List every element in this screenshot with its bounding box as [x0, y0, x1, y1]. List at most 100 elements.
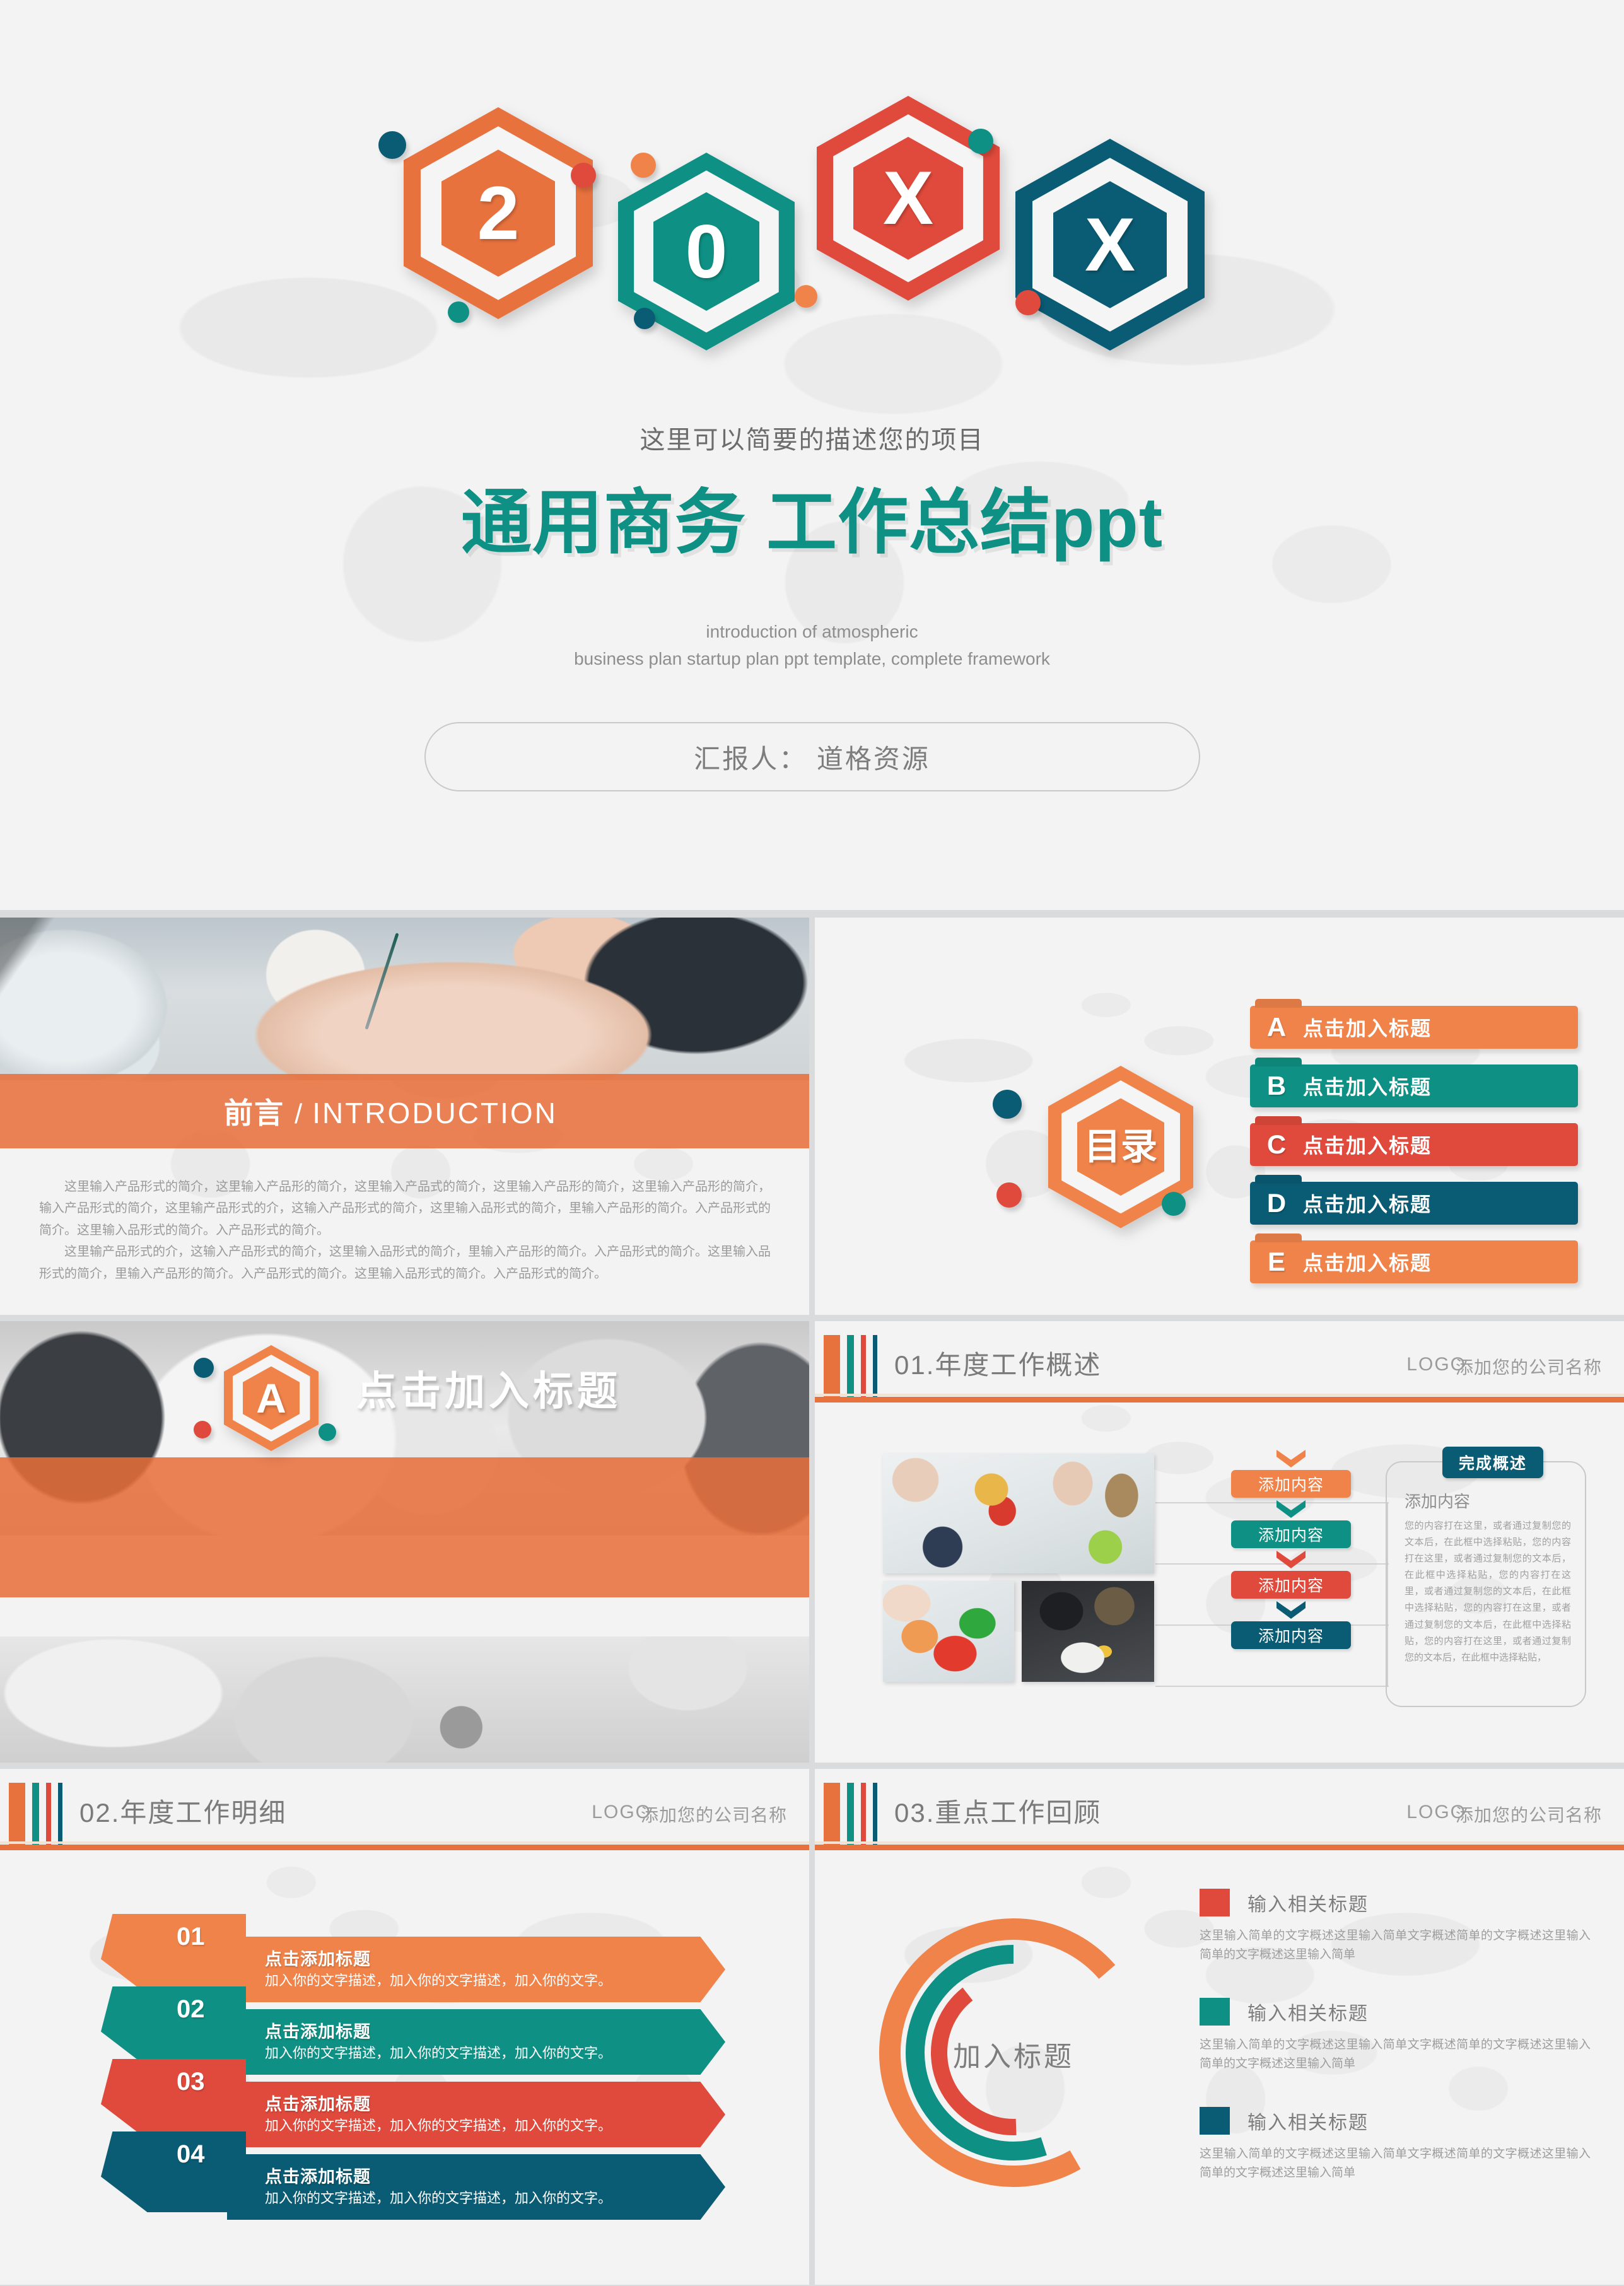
header-rule [0, 1841, 809, 1850]
review-legend-description: 这里输入简单的文字概述这里输入简单文字概述简单的文字概述这里输入简单的文字概述这… [1200, 2038, 1591, 2071]
slide-table-of-contents: 目录 A 点击加入标题 B 点击加入标题 C 点击加入标题 D 点击加入标题 E 点击加入标题 [815, 918, 1624, 1315]
detail-arrow-tail [101, 2059, 246, 2140]
review-legend-item[interactable]: 输入相关标题这里输入简单的文字概述这里输入简单文字概述简单的文字概述这里输入简单… [1200, 1997, 1591, 2074]
detail-arrow-row[interactable]: 03 点击添加标题 加入你的文字描述，加入你的文字描述，加入你的文字。 [101, 2059, 744, 2147]
overview-card-body: 您的内容打在这里，或者通过复制您的文本后，在此框中选择粘贴，您的内容打在这里，或… [1405, 1520, 1571, 1663]
legend-swatch [1200, 2106, 1230, 2135]
intro-title-cn: 前言 [224, 1097, 284, 1129]
header-rule [815, 1841, 1624, 1850]
overview-photo-3 [1022, 1581, 1154, 1682]
slide-section-divider: A 点击加入标题 [0, 1321, 809, 1763]
presenter-pill[interactable]: 汇报人： 道格资源 [424, 722, 1200, 791]
slide-introduction: 前言 / INTRODUCTION 这里输入产品形式的简介，这里输入产品形的简介… [0, 918, 809, 1315]
toc-item-label: 点击加入标题 [1303, 1134, 1432, 1157]
detail-arrow-number: 01 [177, 1923, 205, 1951]
detail-arrow-description: 加入你的文字描述，加入你的文字描述，加入你的文字。 [265, 2190, 612, 2206]
toc-item-d[interactable]: D 点击加入标题 [1250, 1182, 1578, 1225]
cover-accent-dot-8 [634, 308, 655, 329]
detail-arrow-row[interactable]: 04 点击添加标题 加入你的文字描述，加入你的文字描述，加入你的文字。 [101, 2131, 744, 2220]
slide-header: 02.年度工作明细 LOGO 添加您的公司名称 [0, 1783, 809, 1857]
intro-title-en: INTRODUCTION [312, 1097, 558, 1129]
review-legend-title: 输入相关标题 [1247, 2112, 1369, 2133]
intro-photo [0, 918, 809, 1080]
toc-item-letter: D [1266, 1188, 1287, 1218]
header-company-name: 添加您的公司名称 [1455, 1358, 1602, 1377]
detail-arrow-number: 02 [177, 1995, 205, 2023]
toc-item-letter: C [1266, 1129, 1287, 1159]
cover-hexagon-1: 2 [404, 107, 593, 319]
toc-item-e[interactable]: E 点击加入标题 [1250, 1240, 1578, 1283]
header-stripes [824, 1335, 884, 1397]
slide-annual-detail: 02.年度工作明细 LOGO 添加您的公司名称 01 点击添加标题 加入你的文字描述… [0, 1769, 809, 2285]
intro-title-band: 前言 / INTRODUCTION [0, 1074, 809, 1148]
toc-item-letter: B [1266, 1071, 1287, 1100]
review-legend-item[interactable]: 输入相关标题 这里输入简单的文字概述这里输入简单文字概述简单的文字概述这里输入简单… [1200, 1889, 1591, 1965]
detail-arrow-row[interactable]: 01 点击添加标题 加入你的文字描述，加入你的文字描述，加入你的文字。 [101, 1914, 744, 2002]
detail-arrow-title: 点击添加标题 [265, 2022, 371, 2041]
toc-item-c[interactable]: C 点击加入标题 [1250, 1123, 1578, 1166]
cover-english-line-2: business plan startup plan ppt template,… [574, 649, 1050, 669]
overview-flow-pill-2[interactable]: 添加内容 [1231, 1520, 1351, 1548]
detail-arrow-description: 加入你的文字描述，加入你的文字描述，加入你的文字。 [265, 2045, 612, 2061]
presenter-label: 汇报人： 道格资源 [694, 744, 930, 774]
detail-arrow-tail [101, 1986, 246, 2067]
header-rule [815, 1394, 1624, 1403]
overview-summary-card: 完成概述 添加内容 您的内容打在这里，或者通过复制您的文本后，在此框中选择粘贴，… [1386, 1447, 1586, 1707]
detail-arrow-description: 加入你的文字描述，加入你的文字描述，加入你的文字。 [265, 2118, 612, 2133]
intro-paragraph-2: 这里输产品形式的介，这输入产品形式的简介，这里输入品形式的简介，里输入产品形的简… [39, 1245, 771, 1281]
section-hexagon: A [224, 1345, 318, 1451]
donut-chart: 加入标题 [865, 1904, 1162, 2201]
toc-accent-dot-1 [993, 1090, 1022, 1119]
toc-item-label: 点击加入标题 [1303, 1076, 1432, 1099]
section-accent-dot-2 [194, 1421, 211, 1438]
cover-hexagon-4: X [1015, 139, 1205, 351]
slide-header: 01.年度工作概述 LOGO 添加您的公司名称 [815, 1335, 1624, 1409]
review-legend-item[interactable]: 输入相关标题这里输入简单的文字概述这里输入简单文字概述简单的文字概述这里输入简单… [1200, 2106, 1591, 2183]
section-accent-dot-1 [194, 1358, 214, 1378]
cover-hexagon-3: X [817, 96, 1000, 301]
cover-accent-dot-2 [631, 153, 656, 178]
review-legend-head: 输入相关标题 [1200, 1997, 1591, 2026]
review-legend-description: 这里输入简单的文字概述这里输入简单文字概述简单的文字概述这里输入简单的文字概述这… [1200, 2147, 1591, 2179]
toc-hexagon-label: 目录 [1084, 1126, 1157, 1167]
detail-arrow-tail [101, 2131, 246, 2212]
toc-item-label: 点击加入标题 [1303, 1252, 1432, 1274]
toc-list: A 点击加入标题 B 点击加入标题 C 点击加入标题 D 点击加入标题 E 点击加入标题 [1250, 1006, 1578, 1299]
overview-flow-pill-3[interactable]: 添加内容 [1231, 1571, 1351, 1599]
header-company-name: 添加您的公司名称 [640, 1805, 787, 1825]
toc-accent-dot-3 [1162, 1192, 1186, 1216]
cover-accent-dot-1 [378, 131, 406, 159]
overview-card-heading: 添加内容 [1405, 1492, 1471, 1511]
detail-arrow-number: 04 [177, 2140, 205, 2168]
chevron-down-icon [1276, 1450, 1306, 1467]
review-legend-title: 输入相关标题 [1247, 1894, 1369, 1915]
header-title: 02.年度工作明细 [79, 1798, 287, 1828]
overview-photo-grid [883, 1454, 1154, 1682]
detail-arrow-row[interactable]: 02 点击添加标题加入你的文字描述，加入你的文字描述，加入你的文字。 [101, 1986, 744, 2075]
legend-swatch [1200, 1997, 1230, 2026]
section-accent-dot-3 [318, 1423, 336, 1441]
toc-item-b[interactable]: B 点击加入标题 [1250, 1064, 1578, 1107]
overview-flow-pill-4[interactable]: 添加内容 [1231, 1621, 1351, 1649]
section-title-band [0, 1457, 809, 1597]
chevron-down-icon [1276, 1500, 1306, 1518]
overview-flow-list: 添加内容 添加内容 添加内容 添加内容 [1231, 1447, 1351, 1649]
overview-flow-label: 添加内容 [1258, 1476, 1324, 1494]
slide-header: 03.重点工作回顾 LOGO 添加您的公司名称 [815, 1783, 1624, 1857]
cover-accent-dot-5 [795, 285, 817, 308]
overview-card-tab: 完成概述 [1442, 1447, 1543, 1478]
ppt-thumbnail-sheet: 20XX 这里可以简要的描述您的项目 通用商务 工作总结ppt introduc… [0, 0, 1624, 2286]
cover-accent-dot-6 [1015, 290, 1041, 315]
header-stripes [9, 1783, 69, 1845]
toc-item-a[interactable]: A 点击加入标题 [1250, 1006, 1578, 1049]
cover-accent-dot-3 [968, 129, 993, 154]
cover-subtitle: 这里可以简要的描述您的项目 [640, 426, 984, 454]
overview-flow-pill-1[interactable]: 添加内容 [1231, 1470, 1351, 1498]
toc-item-label: 点击加入标题 [1303, 1017, 1432, 1040]
cover-english-line-1: introduction of atmospheric [706, 622, 918, 641]
header-company-name: 添加您的公司名称 [1455, 1805, 1602, 1825]
toc-accent-dot-2 [996, 1182, 1022, 1208]
overview-flow-label: 添加内容 [1258, 1527, 1324, 1544]
overview-photo-1 [883, 1454, 1154, 1573]
header-stripes [824, 1783, 884, 1845]
